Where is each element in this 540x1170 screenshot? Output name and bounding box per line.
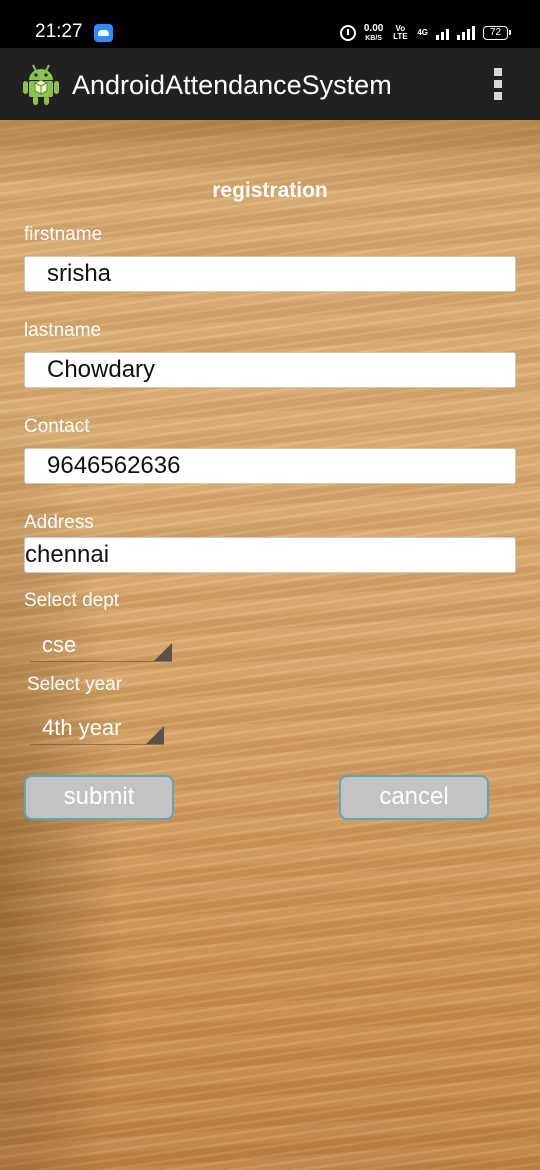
contact-label: Contact — [24, 416, 90, 437]
action-bar: AndroidAttendanceSystem — [0, 48, 540, 120]
lastname-field[interactable]: Chowdary — [24, 352, 516, 388]
status-time: 21:27 — [35, 21, 83, 42]
contact-field[interactable]: 9646562636 — [24, 448, 516, 484]
status-bar: 21:27 0.00 KB/S Vo LTE 4G 72 — [0, 0, 540, 48]
android-robot-icon — [23, 64, 59, 105]
dept-spinner-value: cse — [42, 632, 77, 657]
lastname-label: lastname — [24, 320, 102, 341]
submit-button[interactable]: submit — [24, 775, 174, 820]
status-icons: 0.00 KB/S Vo LTE 4G 72 — [339, 20, 511, 46]
net-speed-unit: KB/S — [365, 34, 382, 42]
battery-icon: 72 — [483, 26, 511, 40]
dept-label: Select dept — [24, 590, 120, 611]
network-type: 4G — [417, 28, 428, 37]
address-label: Address — [24, 512, 94, 533]
dropdown-arrow-icon — [154, 643, 172, 661]
dropdown-arrow-icon — [146, 726, 164, 744]
dept-spinner[interactable]: cse — [30, 632, 172, 662]
signal-icon-1 — [436, 26, 449, 40]
alarm-icon — [339, 25, 356, 41]
address-field[interactable]: chennai — [24, 537, 516, 573]
overflow-menu-icon[interactable] — [492, 68, 504, 100]
year-spinner[interactable]: 4th year — [30, 715, 164, 745]
cancel-button[interactable]: cancel — [339, 775, 489, 820]
net-speed: 0.00 KB/S — [363, 22, 384, 43]
volte-icon: Vo LTE — [393, 24, 408, 41]
year-spinner-value: 4th year — [42, 715, 122, 740]
year-label: Select year — [27, 674, 123, 695]
app-title: AndroidAttendanceSystem — [72, 70, 392, 100]
signal-icon-2 — [457, 26, 475, 40]
page-title: registration — [212, 179, 328, 202]
notification-app-icon — [94, 24, 113, 42]
firstname-label: firstname — [24, 224, 103, 245]
firstname-field[interactable]: srisha — [24, 256, 516, 292]
net-speed-value: 0.00 — [363, 22, 384, 34]
